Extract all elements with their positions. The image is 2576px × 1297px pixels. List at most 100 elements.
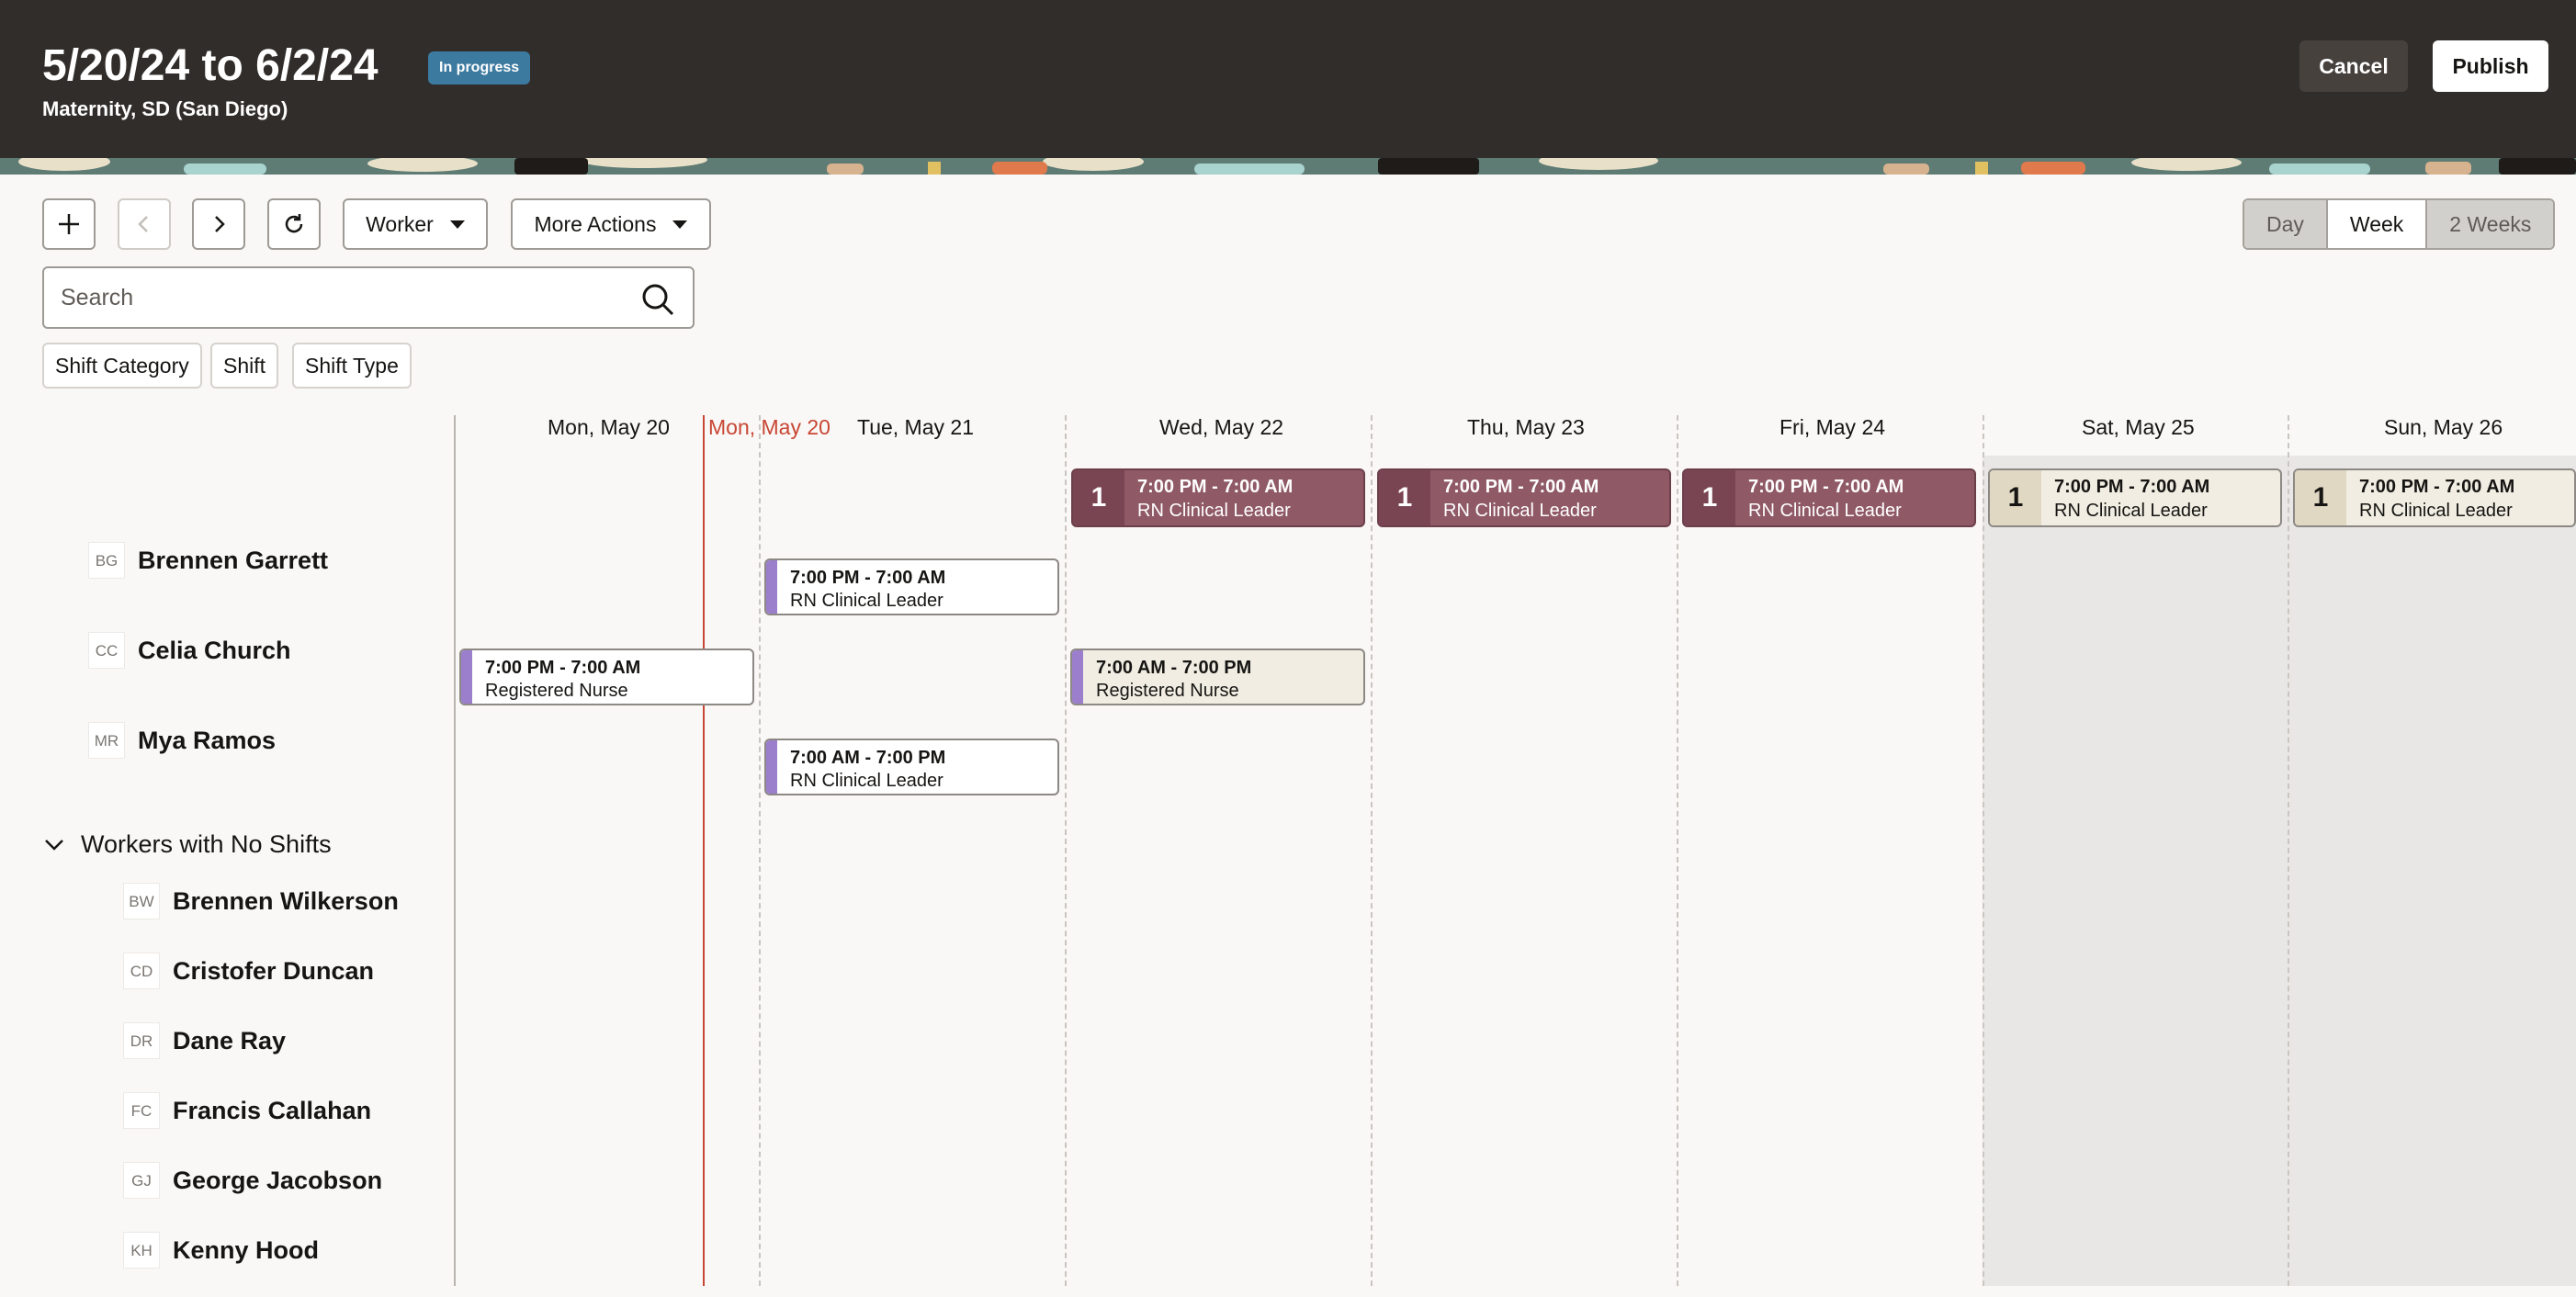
worker-name[interactable]: Francis Callahan — [173, 1097, 371, 1125]
shift-time: 7:00 PM - 7:00 AM — [2359, 477, 2515, 497]
current-time-line — [703, 415, 705, 1286]
open-shift-card[interactable]: 1 7:00 PM - 7:00 AM RN Clinical Leader — [2293, 468, 2576, 527]
no-shifts-section-toggle[interactable]: Workers with No Shifts — [42, 830, 332, 859]
view-2-weeks[interactable]: 2 Weeks — [2427, 200, 2554, 248]
shift-role: RN Clinical Leader — [790, 591, 943, 611]
day-header: Tue, May 21 — [857, 415, 974, 439]
open-shift-count: 1 — [1684, 470, 1735, 525]
caret-down-icon — [449, 220, 465, 229]
more-actions-label: More Actions — [534, 211, 657, 236]
worker-row: DR Dane Ray — [123, 1022, 286, 1059]
cancel-button[interactable]: Cancel — [2299, 40, 2408, 92]
page-title: 5/20/24 to 6/2/24 — [42, 41, 378, 90]
refresh-icon — [285, 214, 303, 233]
shift-role: RN Clinical Leader — [1748, 501, 1902, 521]
shift-role: RN Clinical Leader — [790, 771, 943, 791]
open-shift-card[interactable]: 1 7:00 PM - 7:00 AM RN Clinical Leader — [1071, 468, 1365, 527]
shift-accent — [461, 650, 472, 704]
worker-name[interactable]: Mya Ramos — [138, 727, 276, 755]
avatar: CD — [123, 953, 160, 989]
search-icon[interactable] — [639, 281, 676, 318]
search-input[interactable] — [61, 279, 612, 316]
worker-row: FC Francis Callahan — [123, 1092, 371, 1129]
shift-time: 7:00 PM - 7:00 AM — [1137, 477, 1294, 497]
worker-row: KH Kenny Hood — [123, 1232, 319, 1269]
plus-icon — [59, 214, 79, 234]
view-week[interactable]: Week — [2325, 200, 2428, 248]
avatar: DR — [123, 1022, 160, 1059]
shift-time: 7:00 AM - 7:00 PM — [1096, 658, 1252, 678]
page-subtitle: Maternity, SD (San Diego) — [42, 97, 288, 120]
view-day[interactable]: Day — [2244, 200, 2326, 248]
day-header: Sat, May 25 — [2082, 415, 2195, 439]
shift-accent — [766, 740, 777, 794]
publish-button[interactable]: Publish — [2433, 40, 2548, 92]
shift-role: Registered Nurse — [1096, 681, 1239, 701]
weekend-shading — [1983, 456, 2576, 1286]
open-shift-count: 1 — [1073, 470, 1124, 525]
grid-divider — [454, 415, 456, 1286]
shift-role: RN Clinical Leader — [1137, 501, 1291, 521]
worker-row: GJ George Jacobson — [123, 1162, 382, 1199]
shift-card[interactable]: 7:00 PM - 7:00 AM RN Clinical Leader — [764, 558, 1059, 615]
shift-role: RN Clinical Leader — [2359, 501, 2513, 521]
filter-shift-category[interactable]: Shift Category — [42, 343, 202, 389]
avatar: BG — [88, 542, 125, 579]
filter-shift-type[interactable]: Shift Type — [292, 343, 412, 389]
open-shift-count: 1 — [1990, 470, 2041, 525]
day-header: Thu, May 23 — [1467, 415, 1585, 439]
caret-down-icon — [672, 220, 688, 229]
filter-shift[interactable]: Shift — [210, 343, 279, 389]
shift-card[interactable]: 7:00 AM - 7:00 PM Registered Nurse — [1070, 648, 1365, 705]
avatar: KH — [123, 1232, 160, 1269]
day-separator — [1371, 415, 1373, 1286]
more-actions-dropdown[interactable]: More Actions — [511, 198, 711, 250]
current-time-label: Mon, May 20 — [708, 415, 830, 439]
avatar: MR — [88, 722, 125, 759]
open-shift-count: 1 — [1379, 470, 1430, 525]
day-separator — [1983, 415, 1984, 1286]
open-shift-card[interactable]: 1 7:00 PM - 7:00 AM RN Clinical Leader — [1377, 468, 1671, 527]
worker-row: BG Brennen Garrett — [88, 542, 328, 579]
worker-name[interactable]: Brennen Wilkerson — [173, 887, 399, 916]
worker-dropdown[interactable]: Worker — [343, 198, 488, 250]
add-button[interactable] — [42, 198, 96, 250]
shift-time: 7:00 AM - 7:00 PM — [790, 748, 946, 768]
worker-name[interactable]: George Jacobson — [173, 1167, 382, 1195]
worker-name[interactable]: Cristofer Duncan — [173, 957, 374, 986]
day-header: Fri, May 24 — [1779, 415, 1886, 439]
worker-name[interactable]: Dane Ray — [173, 1027, 286, 1055]
decorative-banner — [0, 158, 2576, 175]
shift-time: 7:00 PM - 7:00 AM — [1748, 477, 1904, 497]
shift-time: 7:00 PM - 7:00 AM — [1443, 477, 1599, 497]
chevron-left-icon — [138, 216, 148, 232]
shift-time: 7:00 PM - 7:00 AM — [485, 658, 641, 678]
status-badge: In progress — [428, 51, 531, 85]
no-shifts-section-label: Workers with No Shifts — [81, 830, 332, 858]
worker-row: BW Brennen Wilkerson — [123, 883, 399, 919]
day-separator — [759, 415, 761, 1286]
day-separator — [1065, 415, 1067, 1286]
worker-row: CD Cristofer Duncan — [123, 953, 374, 989]
next-button[interactable] — [192, 198, 245, 250]
open-shift-card[interactable]: 1 7:00 PM - 7:00 AM RN Clinical Leader — [1682, 468, 1976, 527]
open-shift-card[interactable]: 1 7:00 PM - 7:00 AM RN Clinical Leader — [1988, 468, 2282, 527]
view-switcher: Day Week 2 Weeks — [2243, 198, 2556, 250]
shift-role: RN Clinical Leader — [2054, 501, 2208, 521]
chevron-right-icon — [215, 216, 225, 232]
open-shift-count: 1 — [2295, 470, 2346, 525]
refresh-button[interactable] — [267, 198, 321, 250]
previous-button[interactable] — [118, 198, 171, 250]
day-separator — [1677, 415, 1678, 1286]
worker-name[interactable]: Brennen Garrett — [138, 547, 328, 575]
day-header: Sun, May 26 — [2384, 415, 2503, 439]
shift-role: Registered Nurse — [485, 681, 628, 701]
search-box — [42, 266, 695, 329]
shift-card[interactable]: 7:00 AM - 7:00 PM RN Clinical Leader — [764, 739, 1059, 795]
worker-dropdown-label: Worker — [366, 211, 434, 236]
worker-name[interactable]: Kenny Hood — [173, 1236, 319, 1265]
shift-accent — [766, 560, 777, 614]
worker-name[interactable]: Celia Church — [138, 637, 291, 665]
avatar: CC — [88, 632, 125, 669]
shift-card[interactable]: 7:00 PM - 7:00 AM Registered Nurse — [459, 648, 754, 705]
